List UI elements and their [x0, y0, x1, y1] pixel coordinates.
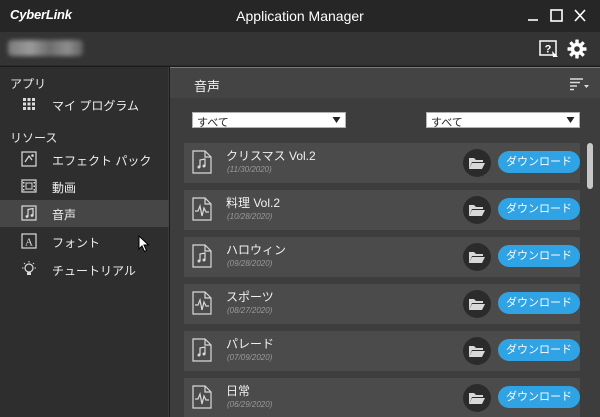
item-name: スポーツ	[226, 290, 274, 304]
sidebar-item-label: 動画	[52, 181, 77, 195]
download-button[interactable]: ダウンロード	[498, 245, 580, 267]
folder-icon	[469, 158, 485, 169]
item-date: (06/29/2020)	[227, 400, 273, 409]
scrollbar-thumb[interactable]	[587, 143, 593, 189]
audio-note-icon	[20, 204, 38, 222]
content-header: 音声	[170, 67, 600, 98]
item-name: ハロウィン	[226, 243, 287, 257]
download-button[interactable]: ダウンロード	[498, 292, 580, 314]
folder-icon	[469, 299, 485, 310]
folder-icon	[469, 346, 485, 357]
open-folder-button[interactable]	[463, 384, 491, 412]
list-item[interactable]: ハロウィン (09/28/2020) ダウンロード	[184, 237, 580, 277]
download-button[interactable]: ダウンロード	[498, 386, 580, 408]
item-name: クリスマス Vol.2	[226, 149, 316, 163]
grid-icon	[20, 95, 38, 113]
maximize-icon	[550, 9, 563, 22]
waveform-file-icon	[190, 290, 214, 316]
item-name: 料理 Vol.2	[226, 196, 281, 210]
open-folder-button[interactable]	[463, 196, 491, 224]
open-folder-button[interactable]	[463, 290, 491, 318]
svg-text:?: ?	[545, 44, 552, 56]
item-name: 日常	[226, 384, 251, 398]
lightbulb-icon	[20, 260, 38, 278]
music-note-file-icon	[190, 337, 214, 363]
open-folder-button[interactable]	[463, 149, 491, 177]
list-scrollbar[interactable]	[587, 143, 593, 417]
sidebar-item-my-programs[interactable]: マイ プログラム	[0, 91, 169, 118]
item-date: (10/28/2020)	[227, 212, 273, 221]
music-note-file-icon	[190, 149, 214, 175]
effect-pack-icon	[20, 150, 38, 168]
filter-dropdown-1[interactable]: すべて	[192, 112, 346, 129]
sidebar-item-label: マイ プログラム	[52, 99, 139, 113]
sidebar-item-label: エフェクト パック	[52, 154, 152, 168]
waveform-file-icon	[190, 196, 214, 222]
folder-icon	[469, 252, 485, 263]
filter-dropdown-2[interactable]: すべて	[426, 112, 580, 129]
content-panel: 音声 すべて すべて クリスマス Vol.2 (11/30/2020) ダウンロ…	[170, 67, 600, 417]
list-item[interactable]: 料理 Vol.2 (10/28/2020) ダウンロード	[184, 190, 580, 230]
font-icon: A	[20, 232, 38, 250]
music-note-file-icon	[190, 243, 214, 269]
sidebar-item-effect-pack[interactable]: エフェクト パック	[0, 146, 169, 173]
download-button[interactable]: ダウンロード	[498, 339, 580, 361]
dropdown-value: すべて	[197, 117, 229, 129]
item-date: (07/09/2020)	[227, 353, 273, 362]
section-heading-apps: アプリ	[10, 77, 47, 91]
item-date: (08/27/2020)	[227, 306, 273, 315]
item-date: (09/28/2020)	[227, 259, 273, 268]
help-button[interactable]: ?	[538, 38, 560, 60]
sidebar-item-tutorial[interactable]: チュートリアル	[0, 256, 169, 283]
sort-menu-icon	[570, 78, 589, 91]
list-item[interactable]: 日常 (06/29/2020) ダウンロード	[184, 378, 580, 417]
item-date: (11/30/2020)	[227, 165, 272, 174]
svg-text:A: A	[25, 237, 33, 249]
sidebar-item-label: フォント	[52, 236, 101, 250]
toolbar	[0, 32, 600, 66]
download-button[interactable]: ダウンロード	[498, 198, 580, 220]
settings-button[interactable]	[566, 38, 588, 60]
waveform-file-icon	[190, 384, 214, 410]
chevron-down-icon	[332, 116, 341, 124]
minimize-icon	[528, 19, 538, 21]
gear-icon	[567, 39, 587, 59]
close-icon	[574, 9, 586, 22]
folder-icon	[469, 393, 485, 404]
sidebar-item-label: チュートリアル	[52, 264, 136, 278]
section-heading-resources: リソース	[10, 131, 58, 145]
sort-button[interactable]	[568, 76, 590, 92]
dropdown-value: すべて	[431, 117, 463, 129]
open-folder-button[interactable]	[463, 337, 491, 365]
folder-icon	[469, 205, 485, 216]
list-item[interactable]: パレード (07/09/2020) ダウンロード	[184, 331, 580, 371]
audio-list: クリスマス Vol.2 (11/30/2020) ダウンロード 料理 Vol.2…	[184, 143, 588, 417]
sidebar-item-label: 音声	[52, 208, 77, 222]
list-item[interactable]: スポーツ (08/27/2020) ダウンロード	[184, 284, 580, 324]
sidebar-item-video[interactable]: 動画	[0, 173, 169, 200]
open-folder-button[interactable]	[463, 243, 491, 271]
chevron-down-icon	[566, 116, 575, 124]
item-name: パレード	[226, 337, 275, 351]
window-title: Application Manager	[236, 8, 364, 24]
user-account[interactable]	[8, 40, 83, 56]
film-icon	[20, 177, 38, 195]
close-button[interactable]	[569, 6, 591, 26]
minimize-button[interactable]	[522, 6, 544, 26]
sidebar-item-audio[interactable]: 音声	[0, 200, 169, 227]
help-video-icon: ?	[539, 40, 558, 57]
list-item[interactable]: クリスマス Vol.2 (11/30/2020) ダウンロード	[184, 143, 580, 183]
download-button[interactable]: ダウンロード	[498, 151, 580, 173]
page-title: 音声	[194, 79, 221, 94]
mouse-cursor-icon	[138, 235, 150, 253]
title-bar: CyberLink Application Manager	[0, 0, 600, 32]
maximize-button[interactable]	[545, 6, 567, 26]
